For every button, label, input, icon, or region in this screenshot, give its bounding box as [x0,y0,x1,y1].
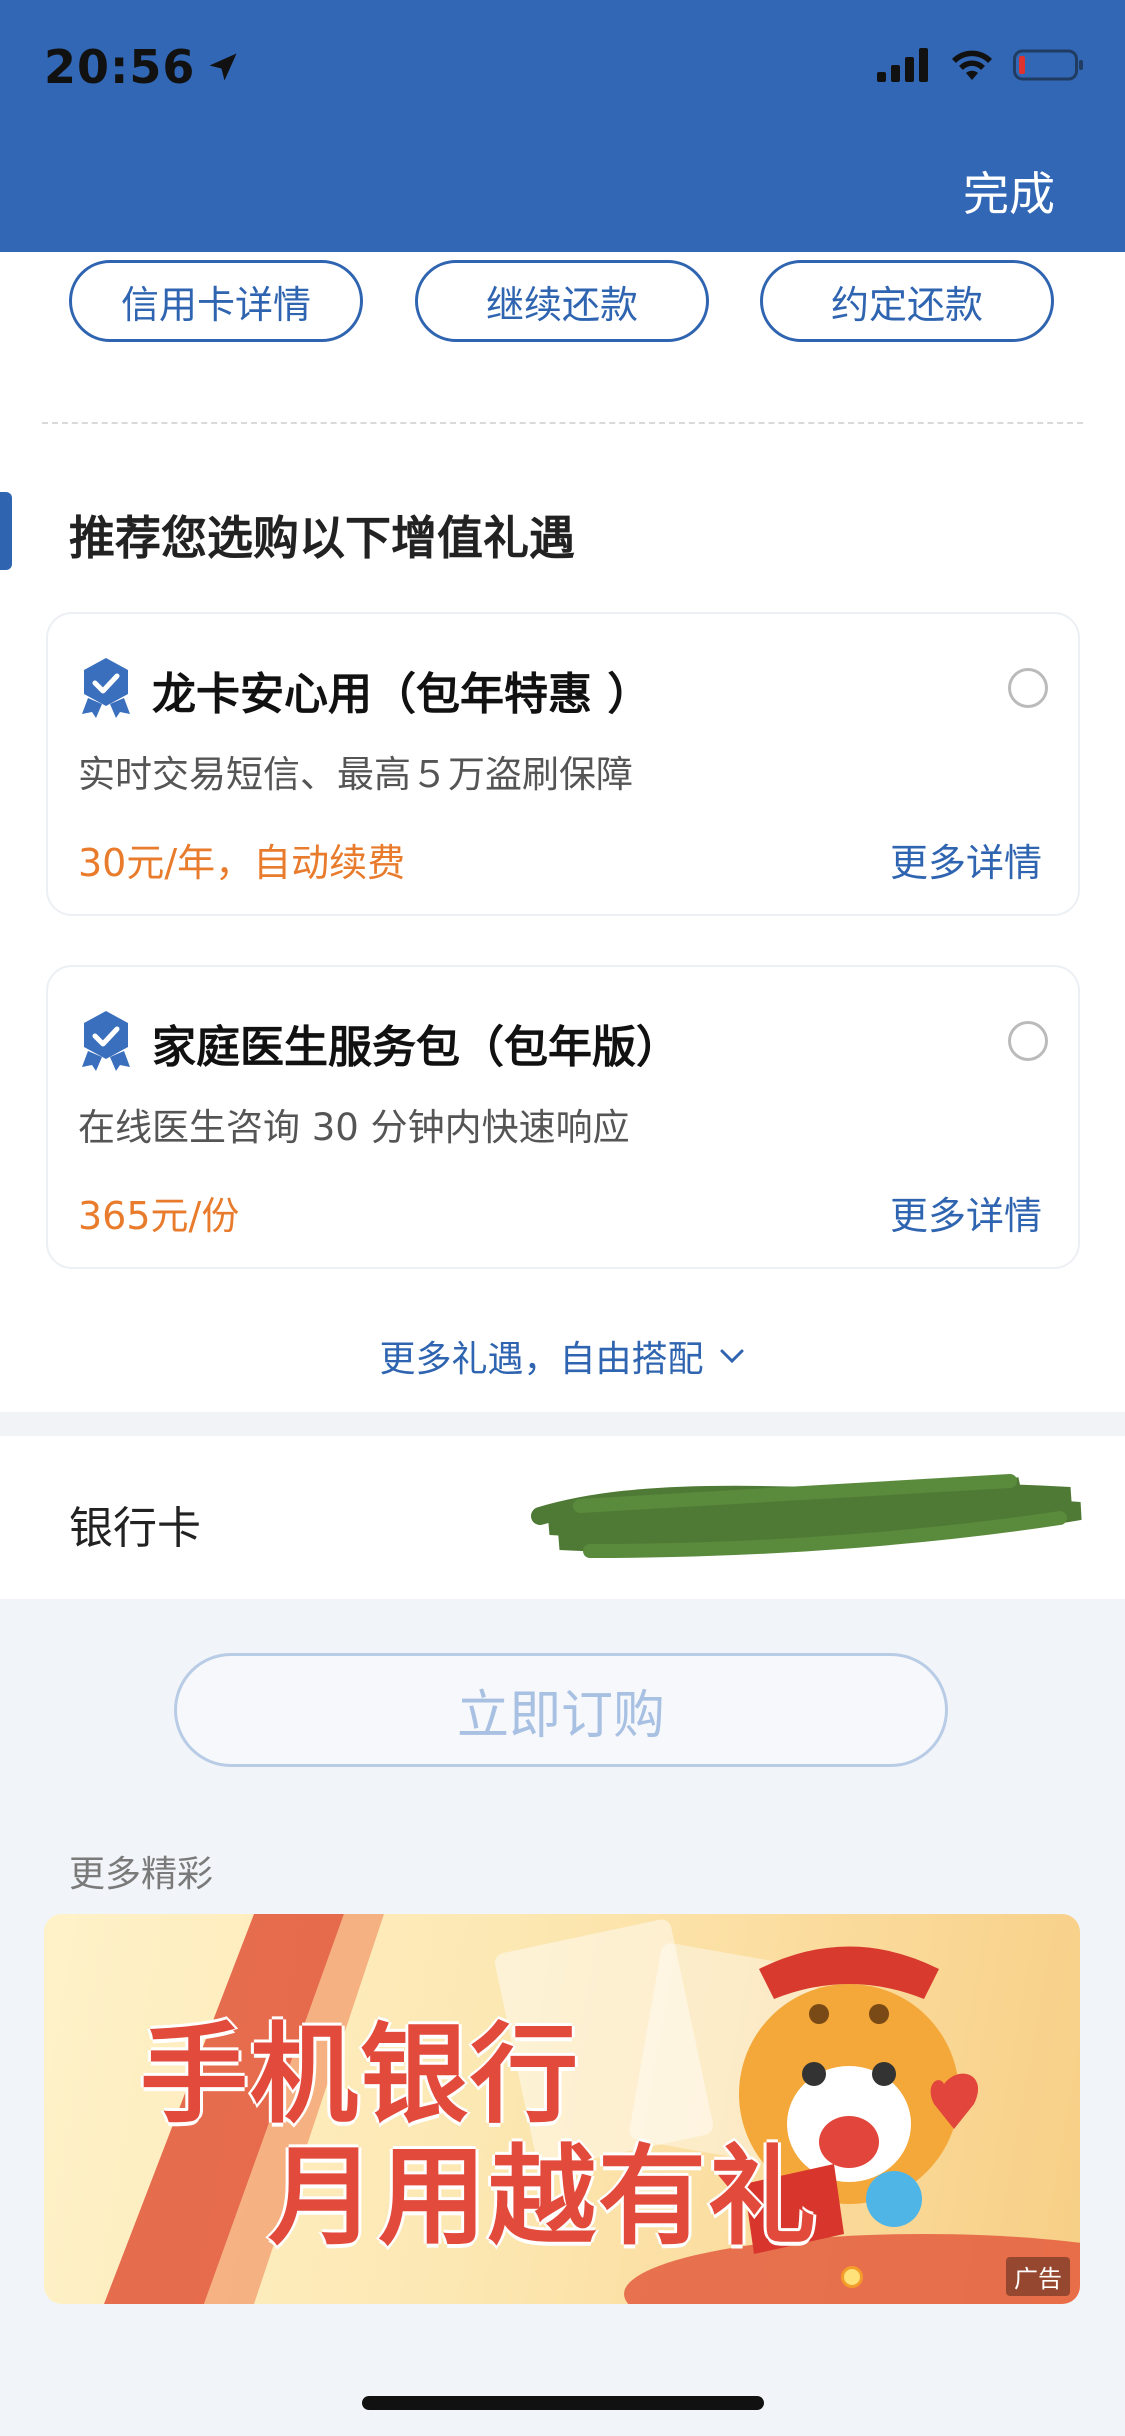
promo-banner[interactable]: 手机银行 月用越有礼 广告 [44,1914,1080,2304]
offer-more-details-link[interactable]: 更多详情 [890,832,1042,887]
app-header: 20:56 完成 [0,0,1125,252]
more-offers-toggle[interactable]: 更多礼遇，自由搭配 [0,1330,1125,1382]
bank-card-selector[interactable]: 银行卡 [0,1436,1125,1599]
badge-icon [82,658,130,718]
continue-repayment-button[interactable]: 继续还款 [415,260,709,342]
banner-headline-2: 月用越有礼 [268,2135,819,2260]
bank-card-label: 银行卡 [69,1503,201,1554]
divider [42,422,1083,424]
location-arrow-icon [209,53,237,81]
badge-icon [82,1011,130,1071]
status-bar-icons [877,48,1085,82]
offer-card[interactable]: 家庭医生服务包（包年版） 在线医生咨询 30 分钟内快速响应 365元/份 更多… [46,965,1080,1269]
section-title: 推荐您选购以下增值礼遇 [69,511,575,565]
offer-title: 家庭医生服务包（包年版） [152,1022,680,1073]
scheduled-repayment-button[interactable]: 约定还款 [760,260,1054,342]
offer-more-details-link[interactable]: 更多详情 [890,1185,1042,1240]
offer-description: 在线医生咨询 30 分钟内快速响应 [78,1106,630,1149]
redaction-scribble [531,1474,1082,1558]
status-time-text: 20:56 [44,40,196,94]
offer-title: 龙卡安心用（包年特惠 ） [152,669,652,720]
wifi-icon [952,50,992,80]
offer-card[interactable]: 龙卡安心用（包年特惠 ） 实时交易短信、最高５万盗刷保障 30元/年，自动续费 … [46,612,1080,916]
home-indicator[interactable] [362,2396,764,2410]
done-button[interactable]: 完成 [963,158,1055,224]
order-now-button[interactable]: 立即订购 [174,1653,948,1767]
more-section-label: 更多精彩 [69,1854,214,1895]
offer-radio[interactable] [1008,668,1048,708]
carousel-indicator [841,2266,863,2288]
section-separator [0,1412,1125,1436]
section-marker [0,492,12,570]
offer-radio[interactable] [1008,1021,1048,1061]
cellular-signal-icon [877,48,928,82]
battery-icon [1013,49,1083,81]
offer-description: 实时交易短信、最高５万盗刷保障 [78,753,633,796]
ad-badge: 广告 [1006,2257,1070,2296]
chevron-down-icon [720,1349,743,1364]
status-bar-time: 20:56 [44,40,241,94]
lower-section: 立即订购 更多精彩 手机银行 月用越有礼 广告 [0,1599,1125,2436]
credit-card-details-button[interactable]: 信用卡详情 [69,260,363,342]
offer-price: 365元/份 [78,1194,240,1238]
offer-price: 30元/年，自动续费 [78,841,406,885]
more-offers-label: 更多礼遇，自由搭配 [379,1339,704,1380]
